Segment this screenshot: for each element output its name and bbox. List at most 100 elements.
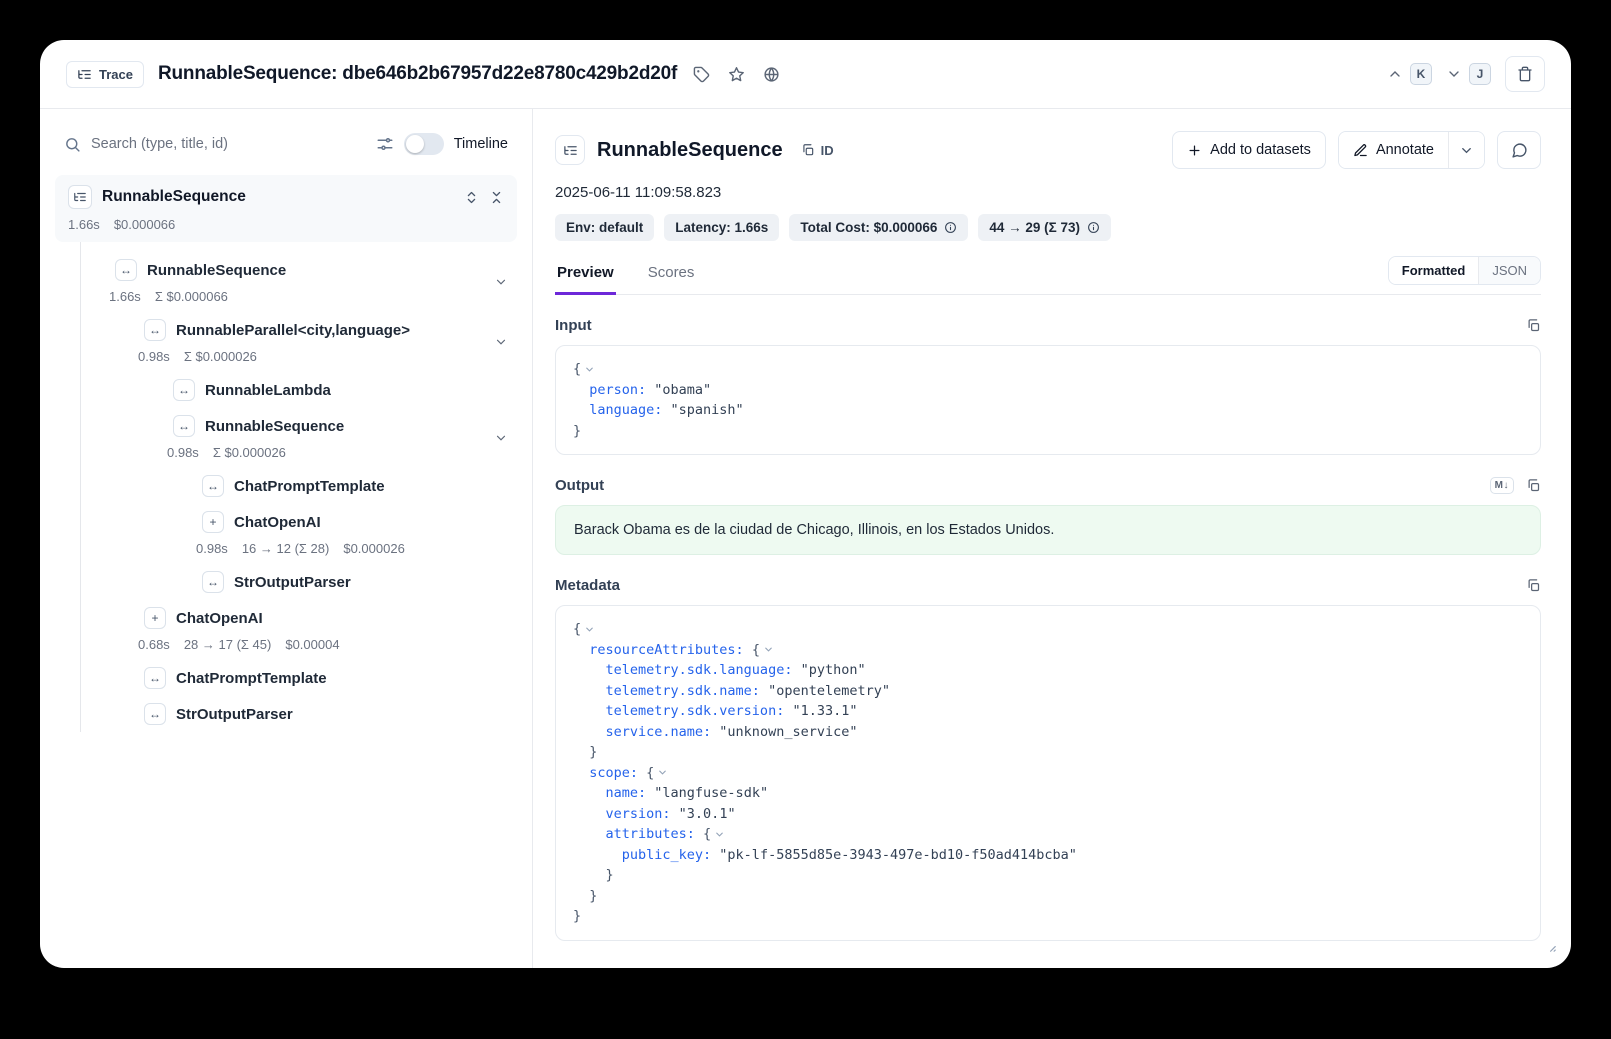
markdown-toggle-icon[interactable]: M↓	[1490, 477, 1514, 494]
list-tree-icon	[77, 67, 92, 82]
comments-button[interactable]	[1497, 131, 1541, 169]
code-token: "langfuse-sdk"	[646, 785, 768, 801]
badges-row: Env: default Latency: 1.66s Total Cost: …	[555, 214, 1541, 241]
node-label: ChatPromptTemplate	[176, 670, 327, 687]
preview-body: Input { person: "obama" language: "spani…	[555, 295, 1541, 968]
tree-node[interactable]: ↔RunnableLambda	[81, 372, 532, 408]
prev-trace-button[interactable]: K	[1387, 63, 1432, 85]
code-token: "python"	[792, 662, 865, 678]
collapse-toggle-icon[interactable]	[584, 364, 595, 375]
list-tree-icon	[68, 185, 92, 209]
chevron-down-icon[interactable]	[494, 275, 508, 289]
format-toggle: Formatted JSON	[1388, 256, 1541, 285]
annotate-dropdown-button[interactable]	[1448, 132, 1484, 168]
total-cost-badge[interactable]: Total Cost: $0.000066	[789, 214, 968, 241]
format-json-option[interactable]: JSON	[1478, 257, 1540, 284]
tree-node[interactable]: ↔RunnableParallel<city,language>0.98sΣ $…	[81, 312, 532, 372]
copy-icon	[801, 143, 815, 157]
add-to-datasets-button[interactable]: Add to datasets	[1172, 131, 1326, 169]
star-icon[interactable]	[726, 64, 747, 85]
timestamp: 2025-06-11 11:09:58.823	[555, 184, 1541, 201]
node-label: StrOutputParser	[176, 706, 293, 723]
comment-icon	[1511, 142, 1528, 159]
observation-panel: RunnableSequence ID Add to datasets	[533, 109, 1571, 968]
code-token: {	[638, 765, 654, 781]
code-token: scope:	[573, 765, 638, 781]
filter-icon[interactable]	[376, 135, 394, 153]
metadata-json-block: { resourceAttributes: { telemetry.sdk.la…	[555, 605, 1541, 941]
code-line: person: "obama"	[573, 380, 1523, 401]
tag-icon[interactable]	[691, 64, 712, 85]
chevron-down-icon[interactable]	[494, 431, 508, 445]
tree-node[interactable]: ↔ChatPromptTemplate	[81, 660, 532, 696]
node-label: StrOutputParser	[234, 574, 351, 591]
latency-badge: Latency: 1.66s	[664, 214, 779, 241]
collapse-toggle-icon[interactable]	[714, 829, 725, 840]
tree-node[interactable]: ↔ StrOutputParser	[81, 564, 532, 600]
code-line: }	[573, 742, 1523, 763]
root-node-label: RunnableSequence	[102, 188, 246, 206]
resize-handle-icon[interactable]	[1543, 939, 1557, 958]
code-token: {	[573, 361, 581, 377]
generation-icon: +	[144, 607, 166, 629]
tree-node[interactable]: +ChatOpenAI0.98s16 → 12 (Σ 28)$0.000026	[81, 504, 532, 564]
tab-preview[interactable]: Preview	[555, 255, 616, 295]
code-token: telemetry.sdk.version:	[573, 703, 784, 719]
copy-icon[interactable]	[1526, 578, 1541, 593]
code-line: resourceAttributes: {	[573, 640, 1523, 661]
span-icon: ↔	[144, 703, 166, 725]
root-node-stats: 1.66s$0.000066	[68, 217, 504, 232]
chevron-down-icon	[1446, 66, 1462, 82]
code-token: telemetry.sdk.language:	[573, 662, 792, 678]
node-stats: 0.98s16 → 12 (Σ 28)$0.000026	[196, 536, 532, 560]
output-text: Barack Obama es de la ciudad de Chicago,…	[555, 505, 1541, 555]
trace-type-badge: Trace	[66, 61, 144, 88]
search-input[interactable]	[91, 136, 366, 152]
code-token: service.name:	[573, 724, 711, 740]
tab-scores[interactable]: Scores	[646, 255, 697, 295]
plus-icon	[1187, 143, 1202, 158]
span-icon: ↔	[144, 319, 166, 341]
code-line: telemetry.sdk.version: "1.33.1"	[573, 701, 1523, 722]
node-stats: 0.68s28 → 17 (Σ 45)$0.00004	[138, 632, 532, 656]
tree-root-node[interactable]: RunnableSequence 1.66s$0.000066	[55, 175, 517, 242]
format-formatted-option[interactable]: Formatted	[1389, 257, 1479, 284]
tree-node[interactable]: ↔RunnableSequence0.98sΣ $0.000026	[81, 408, 532, 468]
copy-icon[interactable]	[1526, 318, 1541, 333]
annotate-button[interactable]: Annotate	[1339, 132, 1448, 168]
globe-icon[interactable]	[761, 64, 782, 85]
copy-icon[interactable]	[1526, 478, 1541, 493]
collapse-toggle-icon[interactable]	[584, 624, 595, 635]
copy-id-button[interactable]: ID	[795, 139, 840, 162]
code-token: "spanish"	[662, 402, 743, 418]
code-token: version:	[573, 806, 671, 822]
code-line: version: "3.0.1"	[573, 804, 1523, 825]
trace-tree: ↔RunnableSequence1.66sΣ $0.000066↔Runnab…	[80, 242, 532, 732]
tree-node[interactable]: ↔ChatPromptTemplate	[81, 468, 532, 504]
token-usage-badge[interactable]: 44 → 29 (Σ 73)	[978, 214, 1111, 241]
span-icon: ↔	[202, 571, 224, 593]
collapse-toggle-icon[interactable]	[763, 644, 774, 655]
node-label: ChatOpenAI	[234, 514, 321, 531]
tree-node[interactable]: +ChatOpenAI0.68s28 → 17 (Σ 45)$0.00004	[81, 600, 532, 660]
code-token: {	[744, 642, 760, 658]
code-token: "3.0.1"	[671, 806, 736, 822]
chevron-up-icon	[1387, 66, 1403, 82]
tree-node[interactable]: ↔RunnableSequence1.66sΣ $0.000066	[81, 252, 532, 312]
collapse-toggle-icon[interactable]	[657, 767, 668, 778]
timeline-toggle[interactable]	[404, 133, 444, 155]
node-stats: 0.98sΣ $0.000026	[167, 440, 532, 464]
code-token: }	[573, 867, 614, 883]
collapse-all-icon[interactable]	[489, 190, 504, 205]
next-trace-button[interactable]: J	[1446, 63, 1491, 85]
trace-window: Trace RunnableSequence: dbe646b2b67957d2…	[40, 40, 1571, 968]
delete-trace-button[interactable]	[1505, 56, 1545, 92]
span-icon: ↔	[173, 379, 195, 401]
list-tree-icon	[555, 135, 585, 165]
code-token: "opentelemetry"	[760, 683, 890, 699]
expand-all-icon[interactable]	[464, 190, 479, 205]
chevron-down-icon[interactable]	[494, 335, 508, 349]
toggle-knob	[406, 135, 424, 153]
tree-node[interactable]: ↔ StrOutputParser	[81, 696, 532, 732]
code-line: telemetry.sdk.language: "python"	[573, 660, 1523, 681]
